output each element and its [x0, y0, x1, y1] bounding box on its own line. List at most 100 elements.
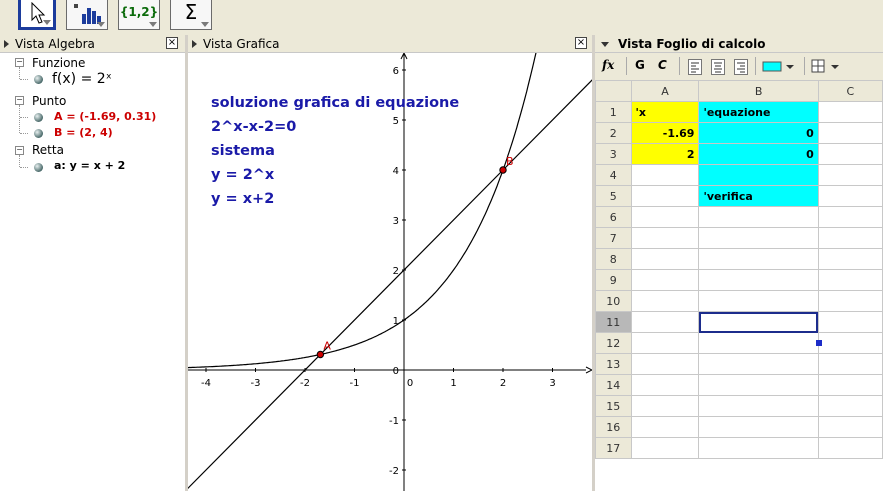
algebra-item-B[interactable]: B = (2, 4) [54, 126, 113, 142]
bold-button[interactable]: G [635, 58, 645, 72]
cell-A12[interactable] [630, 332, 700, 354]
cell-A16[interactable] [630, 416, 700, 438]
cell-A1[interactable]: 'x [630, 101, 700, 123]
cell-C3[interactable] [817, 143, 883, 165]
cell-A17[interactable] [630, 437, 700, 459]
cell-B10[interactable] [698, 290, 819, 312]
cell-C16[interactable] [817, 416, 883, 438]
cell-A7[interactable] [630, 227, 700, 249]
tree-toggle-punto[interactable]: − [15, 96, 24, 105]
border-style-icon[interactable] [811, 59, 843, 75]
corner-cell[interactable] [595, 80, 632, 102]
cell-C10[interactable] [817, 290, 883, 312]
move-tool-button[interactable] [18, 0, 56, 30]
row-header[interactable]: 11 [595, 311, 632, 333]
close-icon[interactable]: × [575, 37, 587, 49]
background-color-icon[interactable] [762, 59, 796, 75]
algebra-item-a[interactable]: a: y = x + 2 [54, 159, 125, 175]
visibility-ball-icon[interactable] [34, 163, 43, 172]
visibility-ball-icon[interactable] [34, 129, 43, 138]
row-header[interactable]: 2 [595, 122, 632, 144]
graphics-view[interactable]: -4 -3 -2 -1 0 1 2 3 6 5 4 3 2 1 0 -1 -2 A B soluzione graf… [188, 53, 592, 491]
cell-B5[interactable]: 'verifica [698, 185, 819, 207]
close-icon[interactable]: × [166, 37, 178, 49]
column-header-B[interactable]: B [698, 80, 819, 102]
cell-A5[interactable] [630, 185, 700, 207]
cell-C4[interactable] [817, 164, 883, 186]
cell-C6[interactable] [817, 206, 883, 228]
cell-C5[interactable] [817, 185, 883, 207]
fill-handle[interactable] [816, 340, 822, 346]
cell-A14[interactable] [630, 374, 700, 396]
row-header[interactable]: 12 [595, 332, 632, 354]
cell-B16[interactable] [698, 416, 819, 438]
cell-C8[interactable] [817, 248, 883, 270]
row-header[interactable]: 8 [595, 248, 632, 270]
column-header-C[interactable]: C [817, 80, 883, 102]
cell-B7[interactable] [698, 227, 819, 249]
cell-C12[interactable] [817, 332, 883, 354]
cell-C11[interactable] [817, 311, 883, 333]
visibility-ball-icon[interactable] [34, 113, 43, 122]
row-header[interactable]: 5 [595, 185, 632, 207]
row-header[interactable]: 15 [595, 395, 632, 417]
row-header[interactable]: 9 [595, 269, 632, 291]
cell-B13[interactable] [698, 353, 819, 375]
cell-B15[interactable] [698, 395, 819, 417]
row-header[interactable]: 13 [595, 353, 632, 375]
row-header[interactable]: 16 [595, 416, 632, 438]
cell-B6[interactable] [698, 206, 819, 228]
collapse-arrow-icon[interactable] [192, 40, 197, 48]
cell-C7[interactable] [817, 227, 883, 249]
cell-A4[interactable] [630, 164, 700, 186]
row-header[interactable]: 6 [595, 206, 632, 228]
sum-tool-button[interactable]: Σ [170, 0, 212, 30]
row-header[interactable]: 1 [595, 101, 632, 123]
cell-A11[interactable] [630, 311, 700, 333]
cell-B8[interactable] [698, 248, 819, 270]
algebra-item-f[interactable]: f(x) = 2ˣ [52, 71, 112, 87]
cell-C15[interactable] [817, 395, 883, 417]
row-header[interactable]: 3 [595, 143, 632, 165]
graph-tool-button[interactable] [66, 0, 108, 30]
column-header-A[interactable]: A [630, 80, 700, 102]
visibility-ball-icon[interactable] [34, 75, 43, 84]
cell-C14[interactable] [817, 374, 883, 396]
cell-B2[interactable]: 0 [698, 122, 819, 144]
cell-A15[interactable] [630, 395, 700, 417]
cell-B1[interactable]: 'equazione [698, 101, 819, 123]
row-header[interactable]: 14 [595, 374, 632, 396]
cell-A6[interactable] [630, 206, 700, 228]
row-header[interactable]: 17 [595, 437, 632, 459]
fx-button[interactable]: fx [602, 58, 614, 72]
cell-A9[interactable] [630, 269, 700, 291]
cell-B17[interactable] [698, 437, 819, 459]
cell-B11[interactable] [698, 311, 819, 333]
graphics-text-block[interactable]: soluzione grafica di equazione 2^x-x-2=0… [211, 91, 459, 211]
row-header[interactable]: 7 [595, 227, 632, 249]
cell-B9[interactable] [698, 269, 819, 291]
cell-A2[interactable]: -1.69 [630, 122, 700, 144]
row-header[interactable]: 10 [595, 290, 632, 312]
cell-C2[interactable] [817, 122, 883, 144]
list-tool-button[interactable]: {1,2} [118, 0, 160, 30]
cell-B12[interactable] [698, 332, 819, 354]
cell-A10[interactable] [630, 290, 700, 312]
align-left-icon[interactable] [688, 59, 702, 75]
algebra-item-A[interactable]: A = (-1.69, 0.31) [54, 110, 156, 126]
tree-toggle-retta[interactable]: − [15, 146, 24, 155]
cell-A3[interactable]: 2 [630, 143, 700, 165]
row-header[interactable]: 4 [595, 164, 632, 186]
expand-arrow-icon[interactable] [601, 42, 609, 47]
cell-B3[interactable]: 0 [698, 143, 819, 165]
cell-C17[interactable] [817, 437, 883, 459]
collapse-arrow-icon[interactable] [4, 40, 9, 48]
tree-toggle-funzione[interactable]: − [15, 58, 24, 67]
cell-C9[interactable] [817, 269, 883, 291]
align-center-icon[interactable] [711, 59, 725, 75]
cell-B4[interactable] [698, 164, 819, 186]
cell-A8[interactable] [630, 248, 700, 270]
cell-C1[interactable] [817, 101, 883, 123]
cell-C13[interactable] [817, 353, 883, 375]
align-right-icon[interactable] [734, 59, 748, 75]
